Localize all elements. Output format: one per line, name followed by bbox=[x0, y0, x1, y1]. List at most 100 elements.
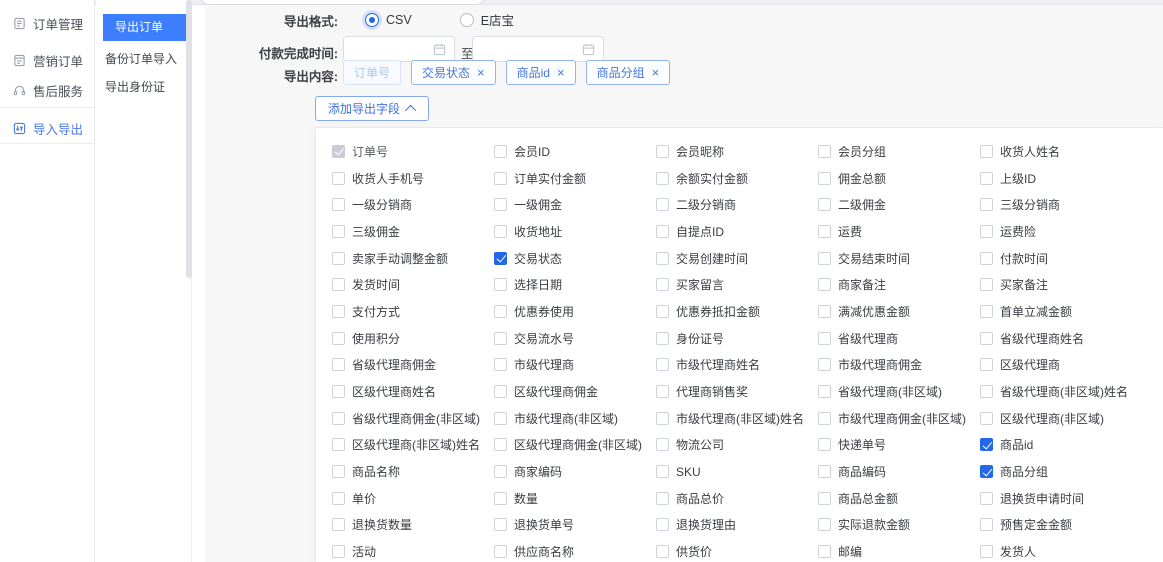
field-checkbox-item[interactable]: 买家备注 bbox=[980, 276, 1142, 293]
export-content-tag[interactable]: 商品id× bbox=[506, 60, 576, 85]
field-checkbox-item[interactable]: 退换货数量 bbox=[332, 516, 494, 533]
remove-tag-icon[interactable]: × bbox=[477, 66, 485, 79]
field-checkbox-item[interactable]: 活动 bbox=[332, 543, 494, 560]
field-checkbox-item[interactable]: 退换货申请时间 bbox=[980, 490, 1142, 507]
field-checkbox-item[interactable]: 选择日期 bbox=[494, 276, 656, 293]
field-checkbox-item[interactable]: 买家留言 bbox=[656, 276, 818, 293]
field-checkbox-item[interactable]: 订单实付金额 bbox=[494, 170, 656, 187]
field-checkbox-item[interactable]: 省级代理商佣金(非区域) bbox=[332, 410, 494, 427]
field-checkbox-item[interactable]: 会员分组 bbox=[818, 143, 980, 160]
field-checkbox-item[interactable]: 会员ID bbox=[494, 143, 656, 160]
field-checkbox-item[interactable]: 优惠券使用 bbox=[494, 303, 656, 320]
field-checkbox-item[interactable]: 商家编码 bbox=[494, 463, 656, 480]
field-checkbox-item[interactable]: 使用积分 bbox=[332, 330, 494, 347]
remove-tag-icon[interactable]: × bbox=[652, 66, 660, 79]
field-checkbox-item[interactable]: 一级佣金 bbox=[494, 196, 656, 213]
payment-time-from-input[interactable] bbox=[343, 36, 455, 62]
submenu-item-2[interactable]: 备份订单导入 bbox=[105, 50, 177, 67]
field-checkbox-item[interactable]: 余额实付金额 bbox=[656, 170, 818, 187]
export-content-tag[interactable]: 商品分组× bbox=[586, 60, 671, 85]
field-checkbox-item[interactable]: 优惠券抵扣金额 bbox=[656, 303, 818, 320]
field-checkbox-item[interactable]: 收货人手机号 bbox=[332, 170, 494, 187]
field-checkbox-item[interactable]: 预售定金金额 bbox=[980, 516, 1142, 533]
sidebar-item-2[interactable]: 营销订单 bbox=[13, 51, 83, 70]
field-checkbox-item[interactable]: 发货人 bbox=[980, 543, 1142, 560]
field-checkbox-item[interactable]: 上级ID bbox=[980, 170, 1142, 187]
field-checkbox-item[interactable]: 市级代理商姓名 bbox=[656, 356, 818, 373]
sidebar-item-1[interactable]: 订单管理 bbox=[13, 14, 83, 33]
field-checkbox-item[interactable]: 商家备注 bbox=[818, 276, 980, 293]
remove-tag-icon[interactable]: × bbox=[557, 66, 565, 79]
payment-time-to-input[interactable] bbox=[472, 36, 604, 62]
field-checkbox-item[interactable]: 卖家手动调整金额 bbox=[332, 250, 494, 267]
field-checkbox-item[interactable]: 市级代理商 bbox=[494, 356, 656, 373]
field-checkbox-item[interactable]: 商品编码 bbox=[818, 463, 980, 480]
field-checkbox-item[interactable]: 供应商名称 bbox=[494, 543, 656, 560]
field-checkbox-item[interactable]: 自提点ID bbox=[656, 223, 818, 240]
field-checkbox-item[interactable]: 一级分销商 bbox=[332, 196, 494, 213]
field-checkbox-item[interactable]: 运费险 bbox=[980, 223, 1142, 240]
field-checkbox-item[interactable]: 区级代理商佣金(非区域) bbox=[494, 436, 656, 453]
sidebar-item-4[interactable]: 导入导出 bbox=[13, 119, 83, 138]
field-checkbox-item[interactable]: 支付方式 bbox=[332, 303, 494, 320]
export-content-tag[interactable]: 交易状态× bbox=[411, 60, 496, 85]
field-checkbox-item[interactable]: 代理商销售奖 bbox=[656, 383, 818, 400]
field-checkbox-item[interactable]: 供货价 bbox=[656, 543, 818, 560]
field-checkbox-item[interactable]: 运费 bbox=[818, 223, 980, 240]
field-checkbox-item[interactable]: 区级代理商 bbox=[980, 356, 1142, 373]
vertical-scrollbar-thumb[interactable] bbox=[186, 0, 192, 278]
field-checkbox-item[interactable]: 物流公司 bbox=[656, 436, 818, 453]
field-checkbox-item[interactable]: 交易状态 bbox=[494, 250, 656, 267]
field-checkbox-item[interactable]: 区级代理商(非区域) bbox=[980, 410, 1142, 427]
field-checkbox-item[interactable]: 商品id bbox=[980, 436, 1142, 453]
field-checkbox-item[interactable]: 数量 bbox=[494, 490, 656, 507]
field-checkbox-item[interactable]: 邮编 bbox=[818, 543, 980, 560]
format-radio-E店宝[interactable]: E店宝 bbox=[460, 10, 514, 29]
field-label: 卖家手动调整金额 bbox=[352, 250, 448, 267]
field-checkbox-item[interactable]: 付款时间 bbox=[980, 250, 1142, 267]
field-checkbox-item[interactable]: 收货人姓名 bbox=[980, 143, 1142, 160]
field-checkbox-item[interactable]: 市级代理商佣金 bbox=[818, 356, 980, 373]
field-checkbox-item[interactable]: 交易流水号 bbox=[494, 330, 656, 347]
field-checkbox-item[interactable]: 市级代理商(非区域) bbox=[494, 410, 656, 427]
field-label: 收货人手机号 bbox=[352, 170, 424, 187]
field-checkbox-item[interactable]: 退换货理由 bbox=[656, 516, 818, 533]
field-checkbox-item[interactable]: 省级代理商佣金 bbox=[332, 356, 494, 373]
field-checkbox-item[interactable]: 满减优惠金额 bbox=[818, 303, 980, 320]
submenu-item-3[interactable]: 导出身份证 bbox=[105, 78, 165, 95]
field-checkbox-item[interactable]: 商品名称 bbox=[332, 463, 494, 480]
field-checkbox-item[interactable]: 交易创建时间 bbox=[656, 250, 818, 267]
field-checkbox-item[interactable]: 区级代理商(非区域)姓名 bbox=[332, 436, 494, 453]
field-checkbox-item[interactable]: 三级佣金 bbox=[332, 223, 494, 240]
field-checkbox-item[interactable]: 市级代理商(非区域)姓名 bbox=[656, 410, 818, 427]
field-checkbox-item[interactable]: 省级代理商(非区域) bbox=[818, 383, 980, 400]
field-checkbox-item[interactable]: 发货时间 bbox=[332, 276, 494, 293]
field-checkbox-item[interactable]: 交易结束时间 bbox=[818, 250, 980, 267]
format-radio-CSV[interactable]: CSV bbox=[365, 13, 412, 27]
field-checkbox-item[interactable]: 快递单号 bbox=[818, 436, 980, 453]
field-checkbox-item[interactable]: 身份证号 bbox=[656, 330, 818, 347]
add-export-field-button[interactable]: 添加导出字段 bbox=[315, 96, 429, 121]
field-checkbox-item[interactable]: 首单立减金额 bbox=[980, 303, 1142, 320]
field-checkbox-item[interactable]: 商品总金额 bbox=[818, 490, 980, 507]
field-checkbox-item[interactable]: 商品分组 bbox=[980, 463, 1142, 480]
field-checkbox-item[interactable]: 省级代理商(非区域)姓名 bbox=[980, 383, 1142, 400]
sidebar-item-3[interactable]: 售后服务 bbox=[13, 81, 83, 100]
field-checkbox-item[interactable]: 商品总价 bbox=[656, 490, 818, 507]
field-checkbox-item[interactable]: 二级分销商 bbox=[656, 196, 818, 213]
field-checkbox-item[interactable]: 区级代理商佣金 bbox=[494, 383, 656, 400]
field-checkbox-item[interactable]: 实际退款金额 bbox=[818, 516, 980, 533]
field-checkbox-item[interactable]: 区级代理商姓名 bbox=[332, 383, 494, 400]
field-checkbox-item[interactable]: 收货地址 bbox=[494, 223, 656, 240]
field-checkbox-item[interactable]: 二级佣金 bbox=[818, 196, 980, 213]
field-checkbox-item[interactable]: 退换货单号 bbox=[494, 516, 656, 533]
field-checkbox-item[interactable]: 三级分销商 bbox=[980, 196, 1142, 213]
submenu-item-1[interactable]: 导出订单 bbox=[103, 14, 191, 41]
field-checkbox-item[interactable]: 市级代理商佣金(非区域) bbox=[818, 410, 980, 427]
field-checkbox-item[interactable]: 省级代理商 bbox=[818, 330, 980, 347]
field-checkbox-item[interactable]: 佣金总额 bbox=[818, 170, 980, 187]
field-checkbox-item[interactable]: 省级代理商姓名 bbox=[980, 330, 1142, 347]
field-checkbox-item[interactable]: 会员昵称 bbox=[656, 143, 818, 160]
field-checkbox-item[interactable]: SKU bbox=[656, 465, 818, 479]
field-checkbox-item[interactable]: 单价 bbox=[332, 490, 494, 507]
